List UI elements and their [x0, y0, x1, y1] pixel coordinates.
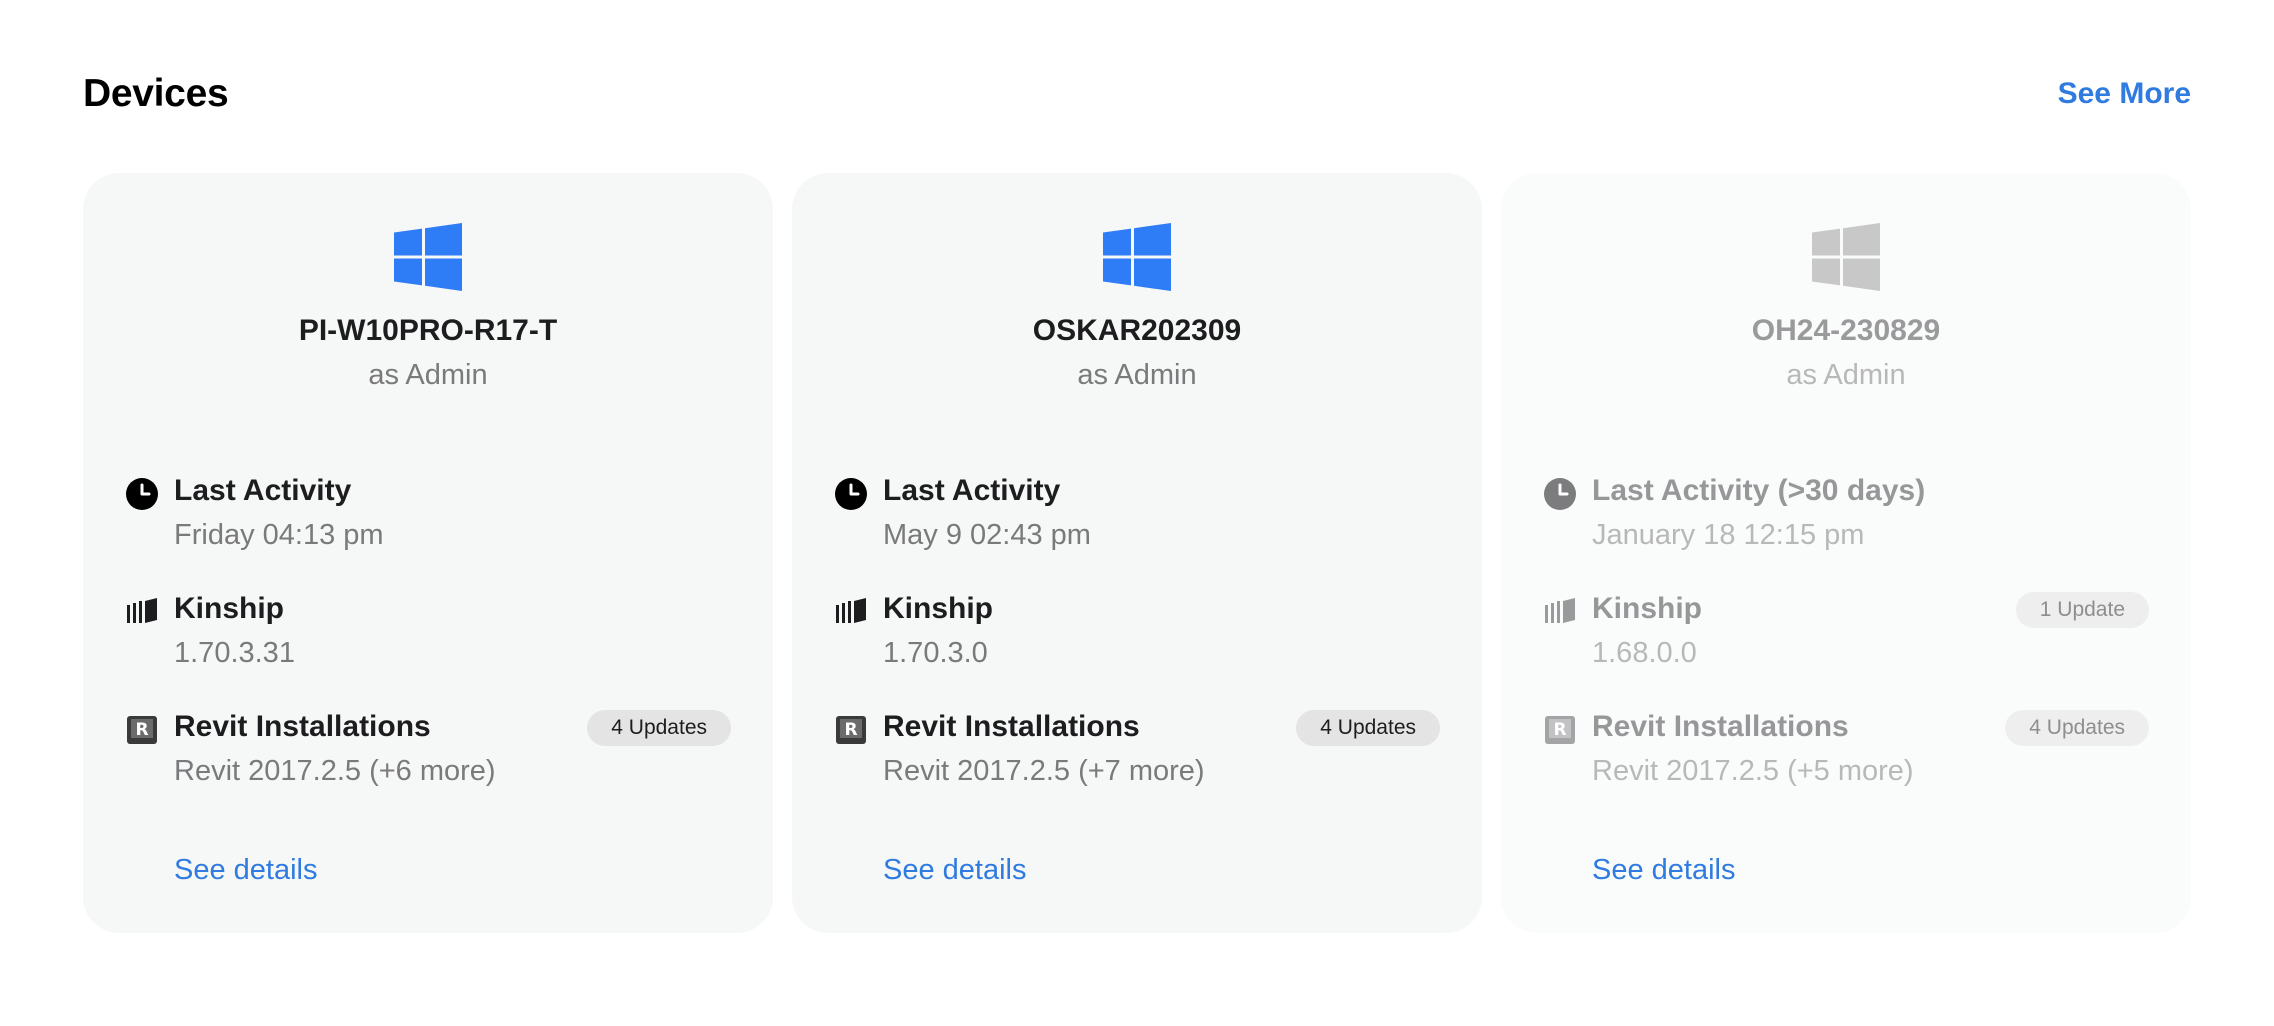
revit-installations: Revit 2017.2.5 (+7 more): [883, 755, 1205, 787]
kinship-title: Kinship: [1592, 592, 1702, 625]
kinship-version: 1.70.3.31: [174, 637, 295, 669]
device-card: OH24-230829 as Admin Last Activity (>30 …: [1501, 173, 2191, 933]
windows-logo-icon: [1103, 223, 1171, 291]
revit-title: Revit Installations: [1592, 710, 1849, 743]
last-activity-value: January 18 12:15 pm: [1592, 519, 1865, 551]
svg-text:R: R: [135, 720, 148, 740]
kinship-row: Kinship 1.70.3.31: [126, 587, 731, 677]
revit-row: R Revit Installations Revit 2017.2.5 (+6…: [126, 705, 731, 795]
last-activity-title: Last Activity: [883, 474, 1061, 507]
last-activity-row: Last Activity (>30 days) January 18 12:1…: [1544, 469, 2149, 559]
clock-icon: [126, 478, 158, 510]
last-activity-row: Last Activity Friday 04:13 pm: [126, 469, 731, 559]
section-title: Devices: [83, 72, 229, 115]
kinship-version: 1.70.3.0: [883, 637, 988, 669]
last-activity-row: Last Activity May 9 02:43 pm: [835, 469, 1440, 559]
kinship-title: Kinship: [174, 592, 284, 625]
see-details-link[interactable]: See details: [883, 848, 1027, 892]
last-activity-value: May 9 02:43 pm: [883, 519, 1091, 551]
kinship-icon: [127, 598, 157, 623]
see-details-link[interactable]: See details: [1592, 848, 1736, 892]
see-details-link[interactable]: See details: [174, 848, 318, 892]
revit-updates-badge: 4 Updates: [2005, 710, 2149, 746]
device-name: OSKAR202309: [1032, 314, 1242, 347]
device-role: as Admin: [1077, 359, 1197, 391]
windows-logo-icon: [394, 223, 462, 291]
kinship-row: Kinship 1.70.3.0: [835, 587, 1440, 677]
kinship-title: Kinship: [883, 592, 993, 625]
revit-title: Revit Installations: [174, 710, 431, 743]
device-name: OH24-230829: [1751, 314, 1941, 347]
revit-row: R Revit Installations Revit 2017.2.5 (+5…: [1544, 705, 2149, 795]
kinship-row: Kinship 1.68.0.0 1 Update: [1544, 587, 2149, 677]
svg-text:R: R: [844, 720, 857, 740]
kinship-version: 1.68.0.0: [1592, 637, 1697, 669]
revit-installations: Revit 2017.2.5 (+5 more): [1592, 755, 1914, 787]
device-role: as Admin: [368, 359, 488, 391]
kinship-update-badge: 1 Update: [2015, 592, 2149, 628]
kinship-icon: [1545, 598, 1575, 623]
last-activity-title: Last Activity: [174, 474, 352, 507]
revit-updates-badge: 4 Updates: [587, 710, 731, 746]
devices-header: Devices See More: [83, 66, 2191, 122]
device-cards: PI-W10PRO-R17-T as Admin Last Activity F…: [83, 173, 2191, 933]
see-more-link[interactable]: See More: [2058, 66, 2191, 122]
device-name: PI-W10PRO-R17-T: [298, 314, 558, 347]
device-card: PI-W10PRO-R17-T as Admin Last Activity F…: [83, 173, 773, 933]
revit-updates-badge: 4 Updates: [1296, 710, 1440, 746]
device-card: OSKAR202309 as Admin Last Activity May 9…: [792, 173, 1482, 933]
clock-icon: [1544, 478, 1576, 510]
revit-row: R Revit Installations Revit 2017.2.5 (+7…: [835, 705, 1440, 795]
revit-icon: R: [127, 716, 157, 744]
kinship-icon: [836, 598, 866, 623]
revit-icon: R: [1545, 716, 1575, 744]
revit-title: Revit Installations: [883, 710, 1140, 743]
revit-icon: R: [836, 716, 866, 744]
last-activity-value: Friday 04:13 pm: [174, 519, 384, 551]
device-role: as Admin: [1786, 359, 1906, 391]
last-activity-title: Last Activity (>30 days): [1592, 474, 1926, 507]
clock-icon: [835, 478, 867, 510]
svg-text:R: R: [1553, 720, 1566, 740]
revit-installations: Revit 2017.2.5 (+6 more): [174, 755, 496, 787]
windows-logo-icon: [1812, 223, 1880, 291]
